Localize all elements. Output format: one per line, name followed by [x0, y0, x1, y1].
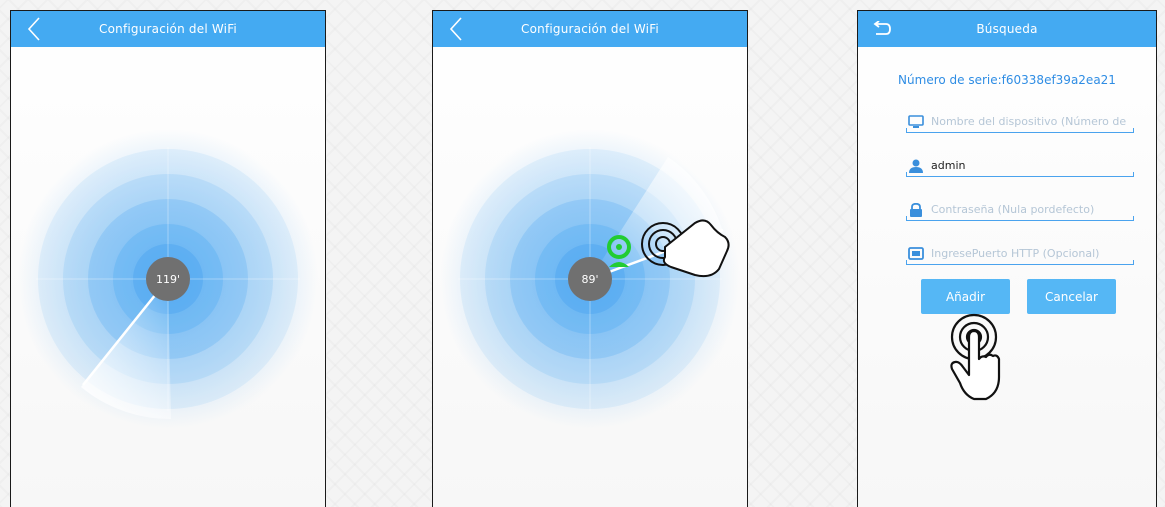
username-input[interactable]: [931, 159, 1131, 172]
page-title: Búsqueda: [976, 22, 1038, 36]
back-button[interactable]: [441, 15, 471, 43]
http-port-input[interactable]: [931, 247, 1131, 260]
lock-icon: [910, 202, 922, 217]
return-arrow-icon: [873, 21, 891, 35]
back-button[interactable]: [19, 15, 49, 43]
password-field: [906, 199, 1134, 221]
radar-scanner: 89': [440, 129, 740, 429]
username-field: [906, 155, 1134, 177]
radar-angle: 89': [581, 273, 598, 286]
serial-number: Número de serie:f60338ef39a2ea21: [898, 73, 1116, 87]
page-title: Configuración del WiFi: [99, 22, 237, 36]
phone-screen-search-add-device: Búsqueda Número de serie:f60338ef39a2ea2…: [857, 10, 1157, 507]
header-bar: Configuración del WiFi: [433, 11, 747, 47]
add-button[interactable]: Añadir: [921, 279, 1010, 314]
monitor-icon: [908, 114, 924, 128]
phone-screen-wifi-setup-1: Configuración del WiFi 119': [10, 10, 326, 507]
user-icon: [909, 159, 923, 173]
phone-screen-wifi-setup-2: Configuración del WiFi 89': [432, 10, 748, 507]
port-icon: [908, 246, 924, 260]
page-title: Configuración del WiFi: [521, 22, 659, 36]
tap-hand-icon: [950, 313, 1001, 401]
chevron-left-icon: [449, 17, 462, 41]
cancel-button[interactable]: Cancelar: [1027, 279, 1116, 314]
back-button[interactable]: [866, 15, 896, 43]
device-name-field: [906, 111, 1134, 133]
device-name-input[interactable]: [931, 115, 1131, 128]
header-bar: Búsqueda: [858, 11, 1156, 47]
radar-scanner: 119': [18, 129, 318, 429]
radar-angle: 119': [156, 273, 180, 286]
http-port-field: [906, 243, 1134, 265]
password-input[interactable]: [931, 203, 1131, 216]
header-bar: Configuración del WiFi: [11, 11, 325, 47]
chevron-left-icon: [27, 17, 40, 41]
